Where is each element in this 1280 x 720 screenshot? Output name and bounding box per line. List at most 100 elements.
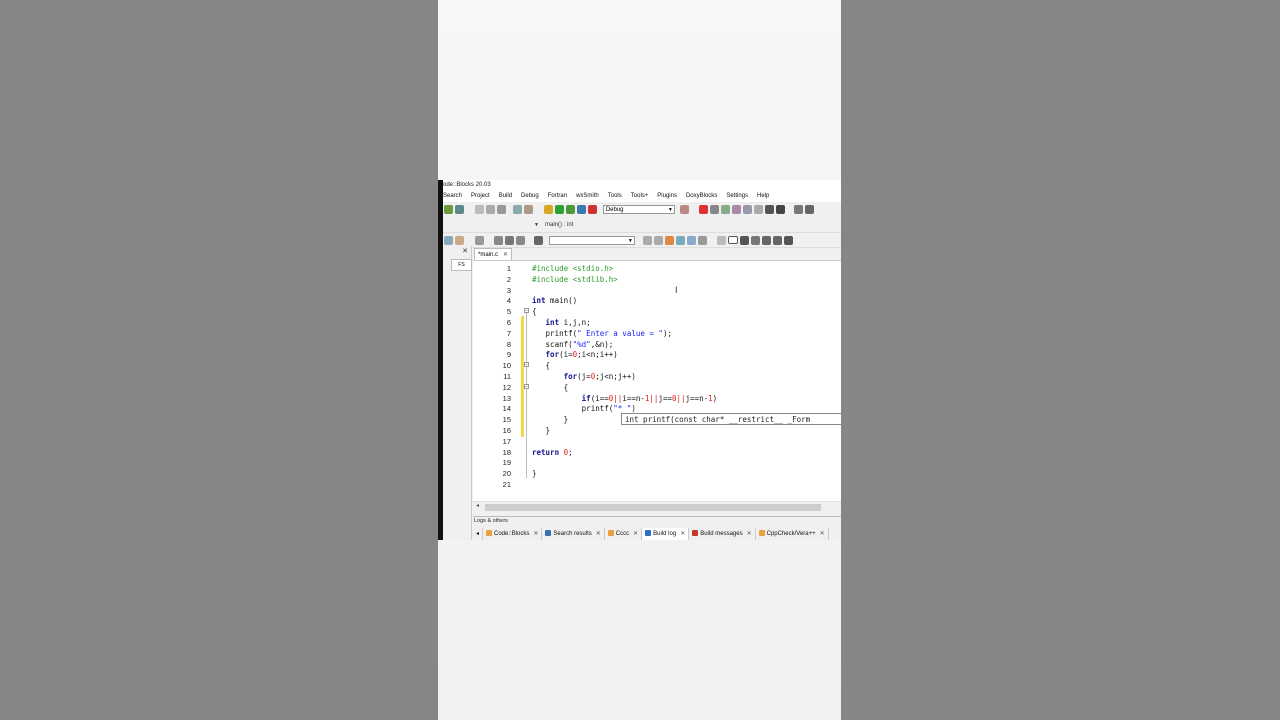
horizontal-scrollbar[interactable]: ◂ <box>473 501 841 514</box>
build-run-icon[interactable] <box>566 205 576 214</box>
close-icon[interactable]: ✕ <box>680 531 685 537</box>
build-target-select[interactable]: Debug ▼ <box>602 205 675 214</box>
menu-item-tools-[interactable]: Tools+ <box>631 193 649 199</box>
next-instruction-icon[interactable] <box>753 205 763 214</box>
replace-icon[interactable] <box>523 205 533 214</box>
scroll-left-icon[interactable]: ◂ <box>473 528 484 540</box>
layout-icon[interactable] <box>750 236 760 245</box>
rebuild-icon[interactable] <box>577 205 587 214</box>
fold-guide <box>526 313 527 478</box>
close-icon[interactable]: ✕ <box>820 531 825 537</box>
log-tab-code-blocks[interactable]: Code::Blocks ✕ <box>483 528 543 540</box>
menu-item-project[interactable]: Project <box>471 193 490 199</box>
code-line: 13 if(i==0||i==n-1||j==0||j==n-1) <box>473 393 841 404</box>
menu-item-settings[interactable]: Settings <box>726 193 748 199</box>
image-icon[interactable] <box>739 236 749 245</box>
editor-tab-bar: *main.c ✕ <box>473 248 841 260</box>
menu-item-wxsmith[interactable]: wxSmith <box>576 193 599 199</box>
undo-icon[interactable] <box>444 205 453 214</box>
stop-icon[interactable] <box>775 205 785 214</box>
close-icon[interactable]: ✕ <box>596 531 601 537</box>
code-token: i,j,n; <box>559 318 591 327</box>
uncomment-icon[interactable] <box>455 236 464 245</box>
scrollbar-thumb[interactable] <box>485 504 821 511</box>
highlight-icon[interactable] <box>665 236 675 245</box>
log-tab-build-log[interactable]: Build log ✕ <box>642 528 690 540</box>
code-text: int i,j,n; <box>532 317 591 328</box>
log-tab-search-results[interactable]: Search results ✕ <box>542 528 605 540</box>
cursor-icon[interactable] <box>716 236 726 245</box>
code-token: ); <box>662 328 672 338</box>
code-token: { <box>532 361 551 371</box>
step-out-icon[interactable] <box>742 205 752 214</box>
select-icon[interactable] <box>676 236 686 245</box>
fold-marker-icon[interactable]: − <box>524 384 529 390</box>
rectangle-icon[interactable] <box>727 236 738 244</box>
debug-continue-icon[interactable] <box>698 205 708 214</box>
close-icon[interactable]: ✕ <box>533 531 538 537</box>
code-text: #include <stdio.h> <box>532 263 613 274</box>
log-tab-build-messages[interactable]: Build messages ✕ <box>689 528 756 540</box>
comment-icon[interactable] <box>444 236 453 245</box>
toggle-icon[interactable] <box>534 236 544 245</box>
abort-icon[interactable] <box>588 205 598 214</box>
menu-item-search[interactable]: Search <box>443 193 462 199</box>
match-icon[interactable] <box>687 236 697 245</box>
log-tab-cppcheck-vera-[interactable]: CppCheck/Vera++ ✕ <box>756 528 829 540</box>
cut-icon[interactable] <box>475 205 485 214</box>
close-icon[interactable]: ✕ <box>747 531 752 537</box>
management-tab-fs[interactable]: FS <box>451 259 472 271</box>
wrench-icon[interactable] <box>475 236 485 245</box>
panel-icon[interactable] <box>761 236 771 245</box>
menu-item-debug[interactable]: Debug <box>521 193 539 199</box>
menu-item-fortran[interactable]: Fortran <box>548 193 567 199</box>
grid-icon[interactable] <box>772 236 782 245</box>
close-icon[interactable]: ✕ <box>633 531 638 537</box>
menu-item-build[interactable]: Build <box>499 193 512 199</box>
wand-icon[interactable] <box>698 236 708 245</box>
list-icon[interactable] <box>783 236 793 245</box>
logs-title: Logs & others <box>474 518 508 524</box>
redo-icon[interactable] <box>455 205 464 214</box>
build-icon[interactable] <box>544 205 554 214</box>
log-tab-label: Code::Blocks <box>494 531 530 537</box>
code-token: printf( <box>532 404 614 414</box>
line-number: 6 <box>506 318 511 327</box>
fold-marker-icon[interactable]: − <box>524 362 529 368</box>
debug-windows-icon[interactable] <box>794 205 804 214</box>
bookmark-icon[interactable] <box>504 236 514 245</box>
next-line-icon[interactable] <box>720 205 730 214</box>
line-number: 14 <box>502 404 511 414</box>
copy-icon[interactable] <box>486 205 496 214</box>
jump-back-icon[interactable] <box>493 236 503 245</box>
code-line: 18 return 0; <box>473 447 841 458</box>
code-editor[interactable]: 1 #include <stdio.h> 2 #include <stdlib.h> 3… <box>473 260 841 514</box>
menu-item-doxyblocks[interactable]: DoxyBlocks <box>686 193 717 199</box>
jump-forward-icon[interactable] <box>515 236 525 245</box>
menu-item-help[interactable]: Help <box>757 193 769 199</box>
function-scope-select[interactable]: main() : int <box>545 218 573 232</box>
run-to-cursor-icon[interactable] <box>709 205 719 214</box>
code-token: || <box>613 393 623 403</box>
close-icon[interactable]: ✕ <box>462 247 468 255</box>
editor-tab-main-c[interactable]: *main.c ✕ <box>474 248 512 260</box>
code-token: || <box>676 393 686 403</box>
find-icon[interactable] <box>512 205 522 214</box>
arrow-left-icon[interactable] <box>643 236 653 245</box>
info-icon[interactable] <box>805 205 815 214</box>
code-line: 11 for(j=0;j<n;j++) <box>473 371 841 382</box>
menu-item-plugins[interactable]: Plugins <box>657 193 677 199</box>
scope-select[interactable]: ▼ <box>548 236 635 245</box>
step-into-icon[interactable] <box>731 205 741 214</box>
run-icon[interactable] <box>555 205 565 214</box>
pause-icon[interactable] <box>764 205 774 214</box>
log-tab-cccc[interactable]: Cccc ✕ <box>605 528 643 540</box>
code-token: i==n- <box>622 393 645 403</box>
arrow-right-icon[interactable] <box>654 236 664 245</box>
menu-item-tools[interactable]: Tools <box>608 193 622 199</box>
scroll-left-icon[interactable]: ◂ <box>476 502 479 509</box>
paste-icon[interactable] <box>497 205 507 214</box>
line-number: 21 <box>502 480 511 489</box>
target-options-icon[interactable] <box>680 205 690 214</box>
